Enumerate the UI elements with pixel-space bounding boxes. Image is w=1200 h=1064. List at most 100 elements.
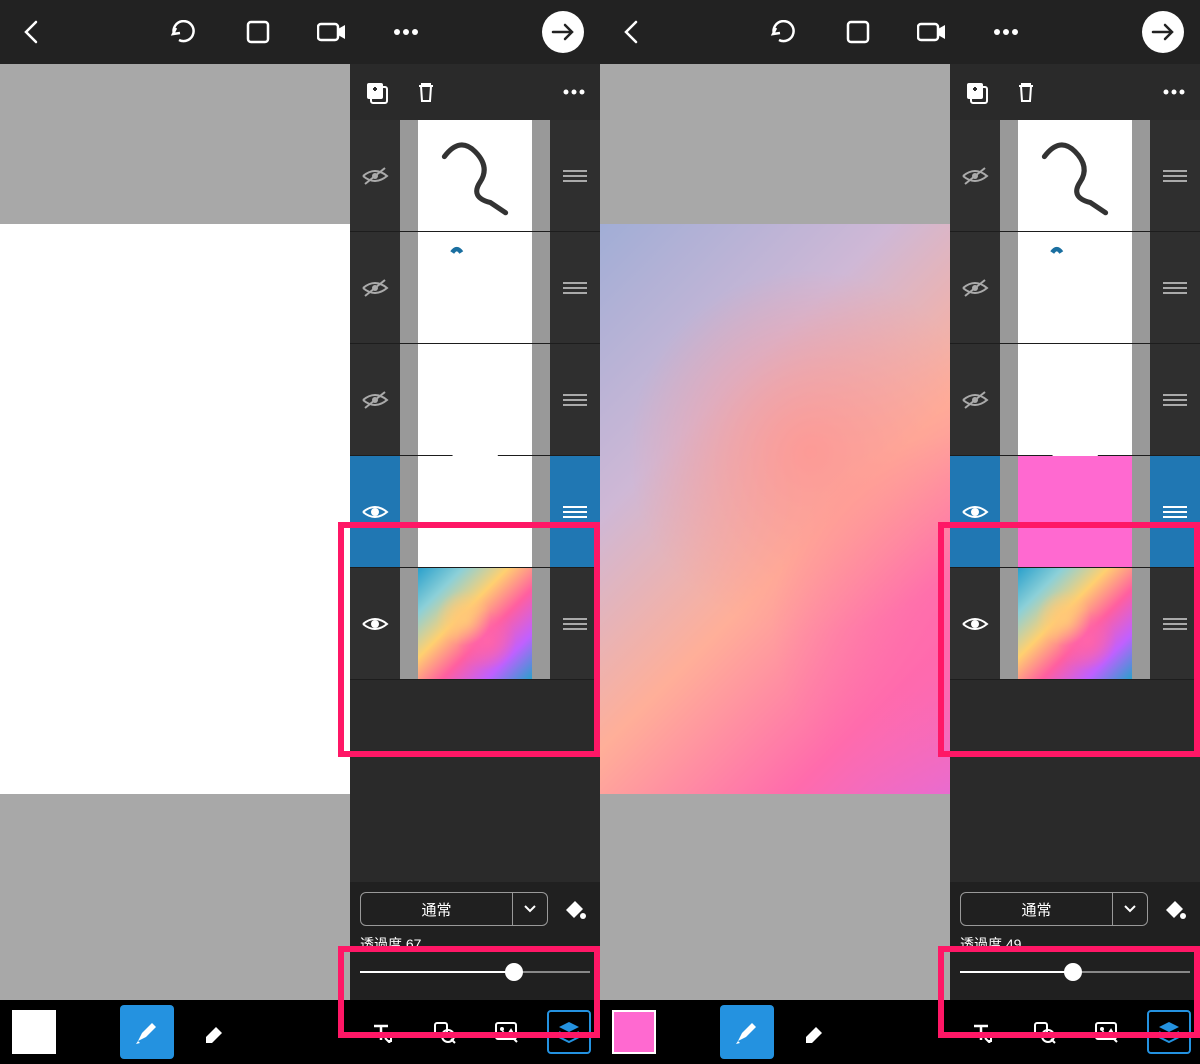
bottom-toolbar [0, 1000, 600, 1064]
fill-bucket-button[interactable] [558, 893, 590, 925]
add-layer-button[interactable] [960, 76, 992, 108]
layer-visibility-toggle[interactable] [350, 568, 400, 679]
layer-drag-handle[interactable] [1150, 232, 1200, 343]
shape-tool-button[interactable] [422, 1010, 466, 1054]
layers-more-button[interactable] [558, 76, 590, 108]
layer-thumbnail [400, 120, 550, 231]
layer-drag-handle[interactable] [550, 344, 600, 455]
layer-options: 通常 透過度 67 [350, 882, 600, 1000]
drag-handle-icon [563, 281, 587, 295]
layer-thumbnail [1000, 456, 1150, 567]
drag-handle-icon [563, 617, 587, 631]
layer-row[interactable] [950, 232, 1200, 344]
layer-drag-handle[interactable] [1150, 120, 1200, 231]
eye-hidden-icon [361, 166, 389, 186]
blend-mode-label: 通常 [361, 893, 513, 925]
next-button[interactable] [542, 11, 584, 53]
fill-bucket-button[interactable] [1158, 893, 1190, 925]
blend-mode-select[interactable]: 通常 [360, 892, 548, 926]
layers-panel-header [350, 64, 600, 120]
opacity-slider[interactable] [960, 960, 1190, 984]
crop-button[interactable] [242, 16, 274, 48]
layers-tool-button[interactable] [1147, 1010, 1191, 1054]
add-layer-button[interactable] [360, 76, 392, 108]
undo-button[interactable] [768, 16, 800, 48]
eye-hidden-icon [961, 278, 989, 298]
layer-drag-handle[interactable] [550, 232, 600, 343]
layer-visibility-toggle[interactable] [950, 568, 1000, 679]
eye-hidden-icon [361, 390, 389, 410]
drag-handle-icon [1163, 617, 1187, 631]
layer-visibility-toggle[interactable] [350, 456, 400, 567]
top-toolbar [0, 0, 600, 64]
layer-row[interactable] [950, 568, 1200, 680]
delete-layer-button[interactable] [410, 76, 442, 108]
layer-drag-handle[interactable] [1150, 344, 1200, 455]
layers-panel-header [950, 64, 1200, 120]
eraser-tool-button[interactable] [786, 1005, 840, 1059]
layer-row[interactable] [950, 344, 1200, 456]
eye-hidden-icon [361, 278, 389, 298]
eye-visible-icon [961, 502, 989, 522]
shape-tool-button[interactable] [1022, 1010, 1066, 1054]
caret-down-icon [513, 893, 547, 925]
bottom-toolbar [600, 1000, 1200, 1064]
undo-button[interactable] [168, 16, 200, 48]
text-tool-button[interactable] [359, 1010, 403, 1054]
drag-handle-icon [563, 393, 587, 407]
layer-row-selected[interactable] [950, 456, 1200, 568]
layer-drag-handle[interactable] [550, 120, 600, 231]
layer-row[interactable] [350, 120, 600, 232]
back-button[interactable] [616, 16, 648, 48]
layer-drag-handle[interactable] [1150, 456, 1200, 567]
layer-thumbnail [1000, 120, 1150, 231]
layer-visibility-toggle[interactable] [950, 344, 1000, 455]
eraser-tool-button[interactable] [186, 1005, 240, 1059]
color-swatch[interactable] [612, 1010, 656, 1054]
more-button[interactable] [390, 16, 422, 48]
layer-visibility-toggle[interactable] [950, 232, 1000, 343]
layers-panel: 通常 透過度 67 [350, 64, 600, 1000]
layer-row[interactable] [350, 568, 600, 680]
layer-row[interactable] [950, 120, 1200, 232]
layer-row[interactable] [350, 344, 600, 456]
screen-right: 通常 透過度 49 [600, 0, 1200, 1064]
layer-drag-handle[interactable] [1150, 568, 1200, 679]
layer-visibility-toggle[interactable] [350, 120, 400, 231]
layers-more-button[interactable] [1158, 76, 1190, 108]
brush-tool-button[interactable] [720, 1005, 774, 1059]
drag-handle-icon [1163, 281, 1187, 295]
opacity-label: 透過度 [360, 936, 402, 952]
layer-visibility-toggle[interactable] [350, 232, 400, 343]
crop-button[interactable] [842, 16, 874, 48]
delete-layer-button[interactable] [1010, 76, 1042, 108]
image-tool-button[interactable] [1084, 1010, 1128, 1054]
more-button[interactable] [990, 16, 1022, 48]
color-swatch[interactable] [12, 1010, 56, 1054]
opacity-label: 透過度 [960, 936, 1002, 952]
layers-tool-button[interactable] [547, 1010, 591, 1054]
layer-row[interactable] [350, 232, 600, 344]
scribble-icon [1024, 126, 1126, 228]
layer-visibility-toggle[interactable] [950, 456, 1000, 567]
caret-down-icon [1113, 893, 1147, 925]
next-button[interactable] [1142, 11, 1184, 53]
layer-drag-handle[interactable] [550, 568, 600, 679]
layer-thumbnail [400, 456, 550, 567]
brush-tool-button[interactable] [120, 1005, 174, 1059]
layer-drag-handle[interactable] [550, 456, 600, 567]
layer-visibility-toggle[interactable] [950, 120, 1000, 231]
layer-row-selected[interactable] [350, 456, 600, 568]
text-tool-button[interactable] [959, 1010, 1003, 1054]
scribble-icon [424, 126, 526, 228]
back-button[interactable] [16, 16, 48, 48]
top-toolbar [600, 0, 1200, 64]
image-tool-button[interactable] [484, 1010, 528, 1054]
layer-options: 通常 透過度 49 [950, 882, 1200, 1000]
video-button[interactable] [916, 16, 948, 48]
opacity-slider[interactable] [360, 960, 590, 984]
blend-mode-select[interactable]: 通常 [960, 892, 1148, 926]
layer-visibility-toggle[interactable] [350, 344, 400, 455]
video-button[interactable] [316, 16, 348, 48]
opacity-control: 透過度 67 [360, 934, 590, 984]
